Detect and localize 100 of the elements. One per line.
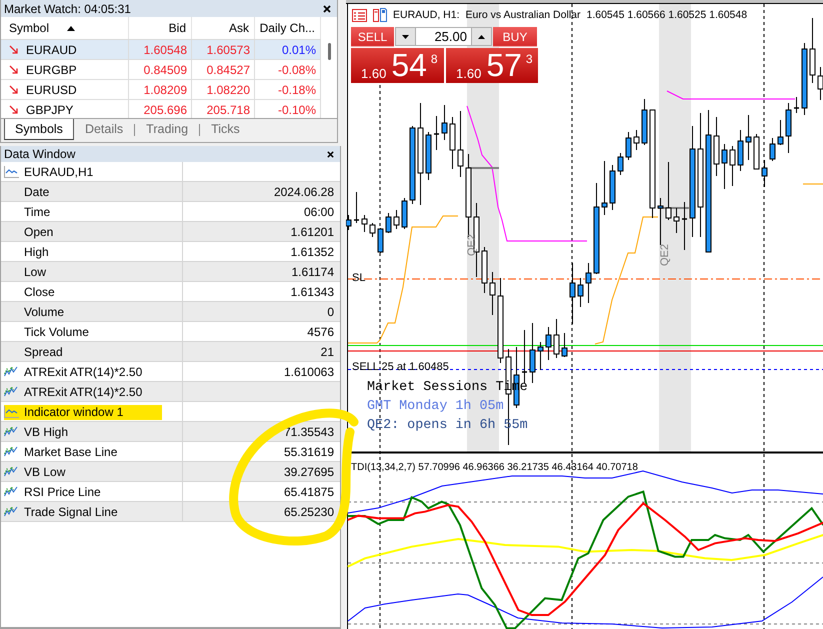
data-label: EURAUD,H1 <box>24 164 94 178</box>
ask-price: 0.84527 <box>206 62 250 76</box>
symbol-name: EURAUD <box>26 42 77 56</box>
bid-price: 205.696 <box>144 102 187 116</box>
daily-change: -0.10% <box>278 102 316 116</box>
bid-price: 1.08209 <box>144 82 187 96</box>
data-label: ATRExit ATR(14)*2.50 <box>24 384 142 398</box>
candle <box>482 246 488 294</box>
candle <box>530 322 536 384</box>
bid-price: 0.84509 <box>144 62 187 76</box>
chart-title: EURAUD, H1: <box>393 9 460 21</box>
candle <box>778 120 784 146</box>
scrollbar-thumb[interactable] <box>328 43 331 60</box>
caret-up-icon <box>478 34 485 38</box>
data-label: ATRExit ATR(14)*2.50 <box>24 364 142 378</box>
level-line <box>658 207 689 209</box>
symbol-name: EURGBP <box>26 62 77 76</box>
candle <box>386 212 392 234</box>
tab[interactable]: Details <box>74 119 134 140</box>
candle <box>546 326 552 360</box>
candle <box>450 116 456 170</box>
candle <box>666 162 672 220</box>
data-value: 0 <box>327 304 334 318</box>
symbol-name: EURUSD <box>26 82 77 96</box>
candle <box>722 144 728 190</box>
data-value: 1.61352 <box>290 244 334 258</box>
candle <box>714 116 720 176</box>
session-info: GMT Monday 1h 05m <box>367 399 505 414</box>
data-label: Tick Volume <box>24 324 89 338</box>
line-label: SELL 25 at 1.60485 <box>352 361 449 373</box>
line-label: SL <box>352 272 366 284</box>
candle <box>442 104 448 140</box>
data-value: 65.25230 <box>284 504 334 518</box>
ask-price: 1.60573 <box>206 42 250 56</box>
document-icon[interactable] <box>373 8 387 22</box>
chart-prices: 1.60545 1.60566 1.60525 1.60548 <box>586 9 748 21</box>
close-icon[interactable] <box>327 150 334 158</box>
indicator-lines-icon <box>4 506 18 517</box>
panel-title: Market Watch: 04:05:31 <box>4 2 131 16</box>
candle <box>738 130 744 172</box>
bid-price: 1.60548 <box>144 42 187 56</box>
tab[interactable]: Ticks <box>200 119 251 140</box>
decrease-button[interactable] <box>396 28 416 45</box>
data-value: 71.35543 <box>284 424 334 438</box>
candle <box>554 318 560 358</box>
data-value: 1.610063 <box>284 364 334 378</box>
candle <box>490 272 496 316</box>
candle <box>810 18 816 84</box>
ask-price: 205.718 <box>206 102 250 116</box>
close-icon[interactable] <box>323 4 331 12</box>
daily-change: -0.18% <box>278 82 316 96</box>
candle <box>674 208 680 234</box>
symbol-row[interactable]: EURGBP 0.84509 0.84527 -0.08% <box>1 60 321 80</box>
candle <box>770 138 776 162</box>
candle <box>538 342 544 370</box>
panel-title: Data Window <box>4 147 76 161</box>
data-value: 39.27695 <box>284 464 334 478</box>
data-value: 4576 <box>307 324 334 338</box>
candle <box>578 278 584 308</box>
daily-change: -0.08% <box>278 62 316 76</box>
data-label: VB High <box>24 424 68 438</box>
indicator-lines-icon <box>4 386 18 397</box>
data-label: RSI Price Line <box>24 484 101 498</box>
data-value: 1.61343 <box>290 284 334 298</box>
candle <box>562 332 568 358</box>
symbol-row[interactable]: EURUSD 1.08209 1.08220 -0.18% <box>1 80 321 100</box>
chart-window-icon <box>4 406 19 418</box>
session-label: QE2 <box>659 244 671 266</box>
increase-button[interactable] <box>471 28 491 45</box>
candle <box>634 130 640 150</box>
data-label: Indicator window 1 <box>24 404 124 418</box>
data-value: 06:00 <box>304 204 334 218</box>
candle <box>626 132 632 160</box>
candle <box>394 210 400 230</box>
list-icon[interactable] <box>352 8 367 22</box>
tab[interactable]: Symbols <box>4 119 74 140</box>
candle <box>362 214 368 232</box>
caret-down-icon <box>402 34 409 38</box>
candle <box>434 116 439 150</box>
tab[interactable]: Trading <box>135 119 200 140</box>
data-label: Spread <box>24 344 63 358</box>
level-line <box>468 167 499 169</box>
session-label: QE2 <box>466 234 478 256</box>
candle <box>458 110 464 178</box>
indicator-lines-icon <box>4 426 18 437</box>
data-label: Market Base Line <box>24 444 118 458</box>
indicator-lines-icon <box>4 366 18 377</box>
data-label: VB Low <box>24 464 66 478</box>
buy-button[interactable]: BUY <box>493 27 537 47</box>
sell-button[interactable]: SELL <box>351 27 394 47</box>
indicator-lines-icon <box>4 486 18 497</box>
candle <box>658 198 664 246</box>
daily-change: 0.01% <box>282 42 316 56</box>
ask-price: 1.08220 <box>206 82 250 96</box>
symbol-row[interactable]: EURAUD 1.60548 1.60573 0.01% <box>1 40 321 60</box>
candle <box>618 152 624 176</box>
data-value: 21 <box>320 344 334 358</box>
candle <box>794 96 799 114</box>
data-label: Date <box>24 184 50 198</box>
data-value: 1.61174 <box>292 264 334 278</box>
